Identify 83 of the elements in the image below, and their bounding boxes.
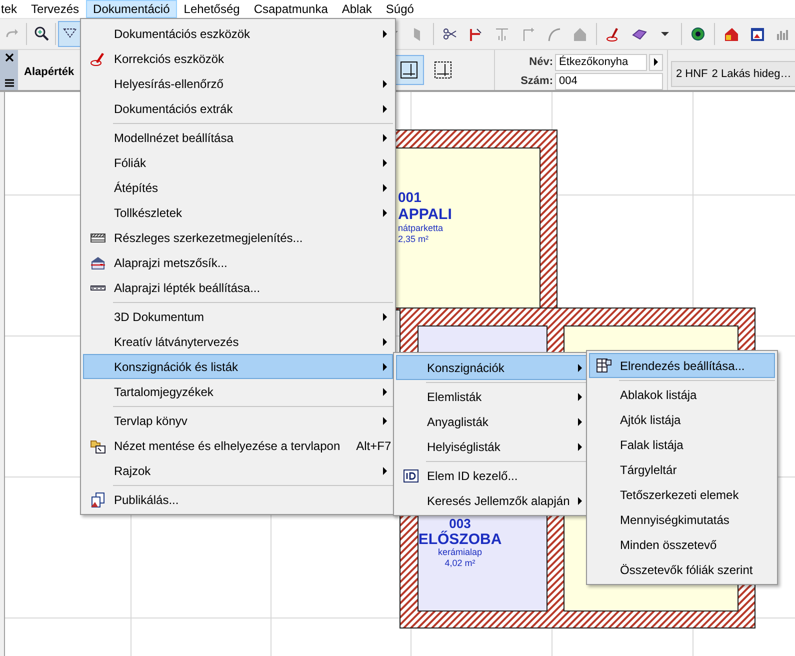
close-icon [4,52,14,62]
folder-icon [90,438,106,454]
room-material: kerámialap [438,547,482,557]
menu-item[interactable]: Konszignációk és listák [83,354,393,379]
menu-item[interactable]: 3D Dokumentum [83,304,393,329]
menu-item[interactable]: Ablakok listája [589,382,775,407]
trim-icon [468,26,484,42]
room-name: APPALI [398,206,452,223]
default-label: Alapérték [24,66,74,80]
house-section-icon [90,254,106,270]
menu-item[interactable]: Rajzok [83,458,393,483]
tool-button[interactable] [58,20,82,47]
menu-item[interactable]: Nézet mentése és elhelyezése a tervlapon Alt+F7 [83,433,393,458]
menu-item[interactable]: Minden összetevő [589,532,775,557]
shortcut-label: Alt+F7 [356,438,392,452]
rectangle-icon [433,60,453,80]
room-area: 4,02 m² [444,558,476,568]
menu-bar-item[interactable]: Ablak [334,0,379,18]
room-area: 2,35 m² [398,234,429,244]
menu-icon [4,78,14,87]
room-material: nátparketta [398,223,444,233]
documents-icon [90,492,106,508]
menu-item[interactable]: Átépítés [83,175,393,200]
zoom-icon [33,26,49,42]
menu-item[interactable]: Anyaglisták [396,409,588,434]
menu-bar-item[interactable]: Tervezés [24,0,86,18]
menu-bar-item[interactable]: Csapatmunka [246,0,335,18]
room-number: 001 [398,189,422,205]
menu-item[interactable]: Elem ID kezelő... [396,463,588,488]
number-field[interactable]: 004 [555,72,663,90]
house-icon [572,26,588,42]
menu-item[interactable]: Tárgyleltár [589,457,775,482]
menu-item[interactable]: Keresés Jellemzők alapján [396,488,588,513]
pen-icon [605,26,621,42]
menu-bar-item[interactable]: Dokumentáció [86,0,177,18]
zone-code: 2 HNF [676,68,708,80]
menu-item[interactable]: Részleges szerkezetmegjelenítés... [83,225,393,250]
field-label: Szám: [520,75,553,88]
menu-item[interactable]: Kreatív látványtervezés [83,329,393,354]
zone-name: 2 Lakás hideg… [712,68,792,80]
menu-bar-item[interactable]: Súgó [378,0,421,18]
zone-button[interactable]: 2 HNF 2 Lakás hideg… [671,60,795,87]
menu-item[interactable]: Publikálás... [83,487,393,512]
field-label: Név: [528,56,553,68]
id-icon [403,468,419,484]
window-icon [749,26,765,42]
scissors-icon [442,26,458,42]
dimension-icon [494,26,510,42]
menu-item[interactable]: Modellnézet beállítása [83,125,393,150]
menu-item[interactable]: Alaprajzi lépték beállítása... [83,275,393,300]
menu-item[interactable]: Helyesírás-ellenőrző [83,71,393,96]
menu-bar-item[interactable]: tek [0,0,24,18]
menu-item[interactable]: Összetevők fóliák szerint [589,557,775,582]
menu-bar-item[interactable]: Lehetőség [176,0,247,18]
house-icon [723,26,739,42]
menu-item[interactable]: Falak listája [589,432,775,457]
menu-item[interactable]: Elrendezés beállítása... [589,353,775,378]
submenu-arrow-icon [654,58,658,66]
menu-item[interactable]: Tollkészletek [83,200,393,225]
menu-item[interactable]: Fóliák [83,150,393,175]
menu-item[interactable]: Mennyiségkimutatás [589,507,775,532]
browse-button[interactable] [649,54,663,71]
geometry-button[interactable] [394,54,424,85]
arc-icon [546,26,562,42]
menu-item[interactable]: Alaprajzi metszősík... [83,250,393,275]
caret-icon [661,32,669,36]
globe-icon [690,26,706,42]
menu-item[interactable]: Tetőszerkezeti elemek [589,482,775,507]
name-field[interactable]: Étkezőkonyha [555,54,647,71]
menu-item[interactable]: Helyiséglisták [396,434,588,459]
pen-icon [90,50,106,66]
table-layout-icon [596,358,612,374]
menu-item[interactable]: Elemlisták [396,384,588,409]
room-name: ELŐSZOBA [418,531,502,548]
room-number: 003 [449,516,471,531]
menu-item[interactable]: Tervlap könyv [83,408,393,433]
menu-item[interactable]: Korrekciós eszközök [83,46,393,71]
menu-item[interactable]: Dokumentációs eszközök [83,21,393,46]
menu-item[interactable]: Tartalomjegyzékek [83,379,393,404]
menu-item[interactable]: Konszignációk [396,355,588,380]
rectangle-icon [399,60,419,80]
menu-item[interactable]: Dokumentációs extrák [83,96,393,121]
menu-item[interactable]: Ajtók listája [589,407,775,432]
